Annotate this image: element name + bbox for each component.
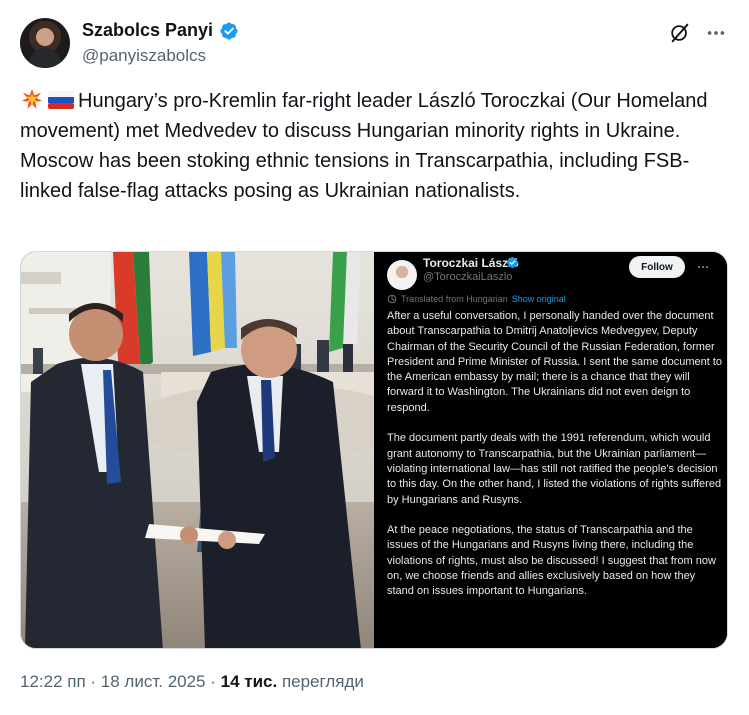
views-label: перегляди	[277, 672, 364, 691]
author-name-row: Szabolcs Panyi	[82, 20, 239, 41]
more-icon[interactable]	[705, 22, 727, 44]
tweet-body: Hungary’s pro-Kremlin far-right leader L…	[20, 90, 708, 202]
embedded-paragraph: After a useful conversation, I personall…	[387, 310, 723, 414]
meeting-photo[interactable]	[21, 252, 374, 649]
translated-label: Translated from Hungarian	[401, 294, 508, 304]
embedded-follow-button: Follow	[629, 256, 685, 278]
tweet-header: Szabolcs Panyi @panyiszabolcs	[20, 18, 729, 70]
embedded-avatar	[387, 260, 417, 290]
embedded-post-body: After a useful conversation, I personall…	[387, 309, 723, 615]
tweet-metadata: 12:22 пп · 18 лист. 2025 · 14 тис. перег…	[20, 672, 364, 692]
author-display-name[interactable]: Szabolcs Panyi	[82, 20, 213, 41]
author-avatar[interactable]	[20, 18, 70, 68]
embedded-author-handle: @ToroczkaiLaszlo	[423, 271, 513, 283]
embedded-paragraph: At the peace negotiations, the status of…	[387, 524, 716, 598]
verified-badge-icon	[220, 21, 238, 40]
tweet-media[interactable]: Toroczkai László @ToroczkaiLaszlo Follow…	[20, 251, 728, 649]
grok-icon[interactable]	[669, 22, 691, 44]
embedded-verified-badge-icon	[506, 256, 519, 269]
embedded-translation-note: Translated from Hungarian Show original	[387, 294, 566, 304]
embedded-paragraph: The document partly deals with the 1991 …	[387, 432, 722, 506]
meta-separator: ·	[205, 672, 221, 691]
views-count: 14 тис.	[220, 672, 278, 691]
collision-emoji-icon	[21, 88, 43, 110]
author-handle[interactable]: @panyiszabolcs	[82, 46, 206, 66]
russia-flag-icon	[48, 91, 74, 109]
tweet-date[interactable]: 18 лист. 2025	[101, 672, 206, 692]
embedded-post-screenshot: Toroczkai László @ToroczkaiLaszlo Follow…	[377, 252, 727, 648]
embedded-author-name: Toroczkai László	[423, 256, 519, 270]
translate-icon	[387, 294, 397, 304]
tweet-time[interactable]: 12:22 пп	[20, 672, 86, 692]
meta-separator: ·	[85, 672, 101, 691]
embedded-more-icon	[697, 265, 709, 269]
tweet-text: Hungary’s pro-Kremlin far-right leader L…	[20, 86, 720, 206]
show-original-link: Show original	[511, 294, 566, 304]
